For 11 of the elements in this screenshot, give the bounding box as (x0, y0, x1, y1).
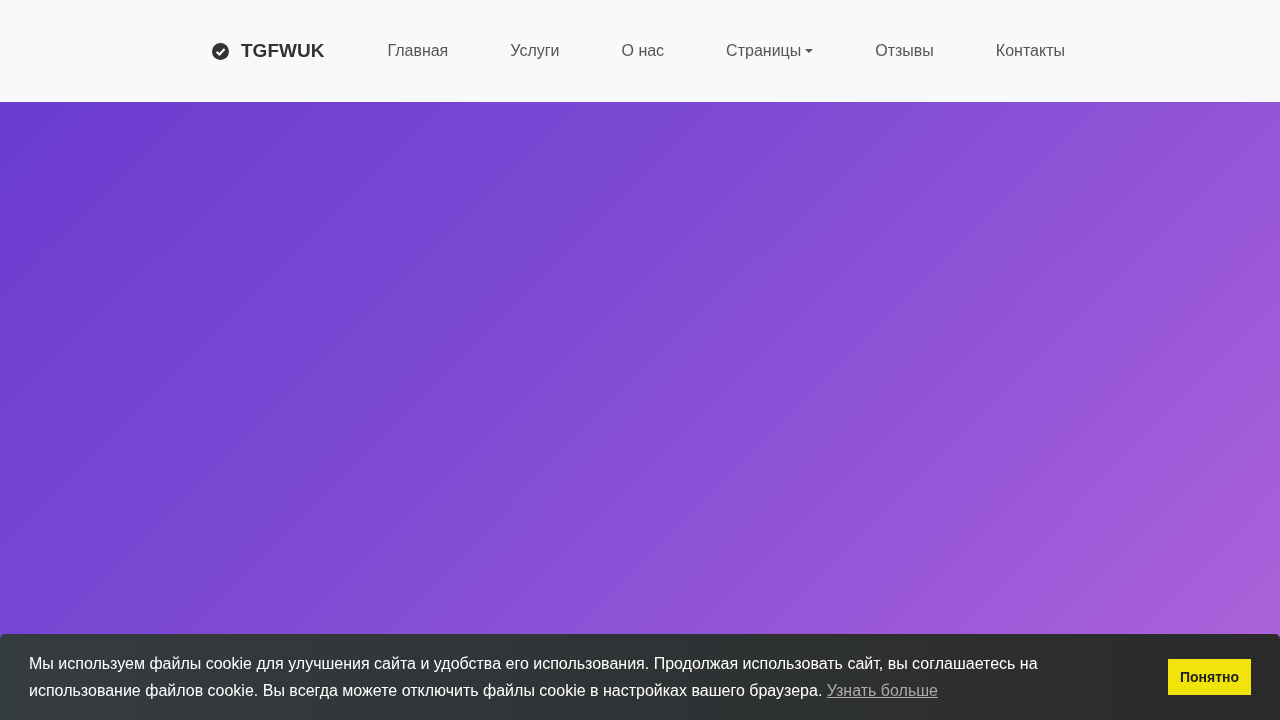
nav-link[interactable]: Услуги (510, 42, 560, 60)
check-circle-icon (212, 42, 229, 60)
accept-button[interactable]: Понятно (1167, 659, 1251, 695)
nav-link[interactable]: Страницы (726, 42, 814, 60)
nav-link[interactable]: Главная (387, 42, 449, 60)
nav-link[interactable]: Отзывы (875, 42, 934, 60)
brand-link[interactable]: TGFWUK (212, 40, 325, 62)
nav-link[interactable]: О нас (621, 42, 665, 60)
learn-more-link[interactable]: Узнать больше (826, 682, 938, 699)
nav-link[interactable]: Контакты (995, 42, 1065, 60)
cookie-message: Мы используем файлы cookie для улучшения сайта и удобства его использования. Продолжая использовать сайт, вы соглашаетесь на использование файлов cookie. Вы всегда можете отключить файлы cookie в настройках вашего браузера. Узнать больше (29, 654, 1039, 701)
